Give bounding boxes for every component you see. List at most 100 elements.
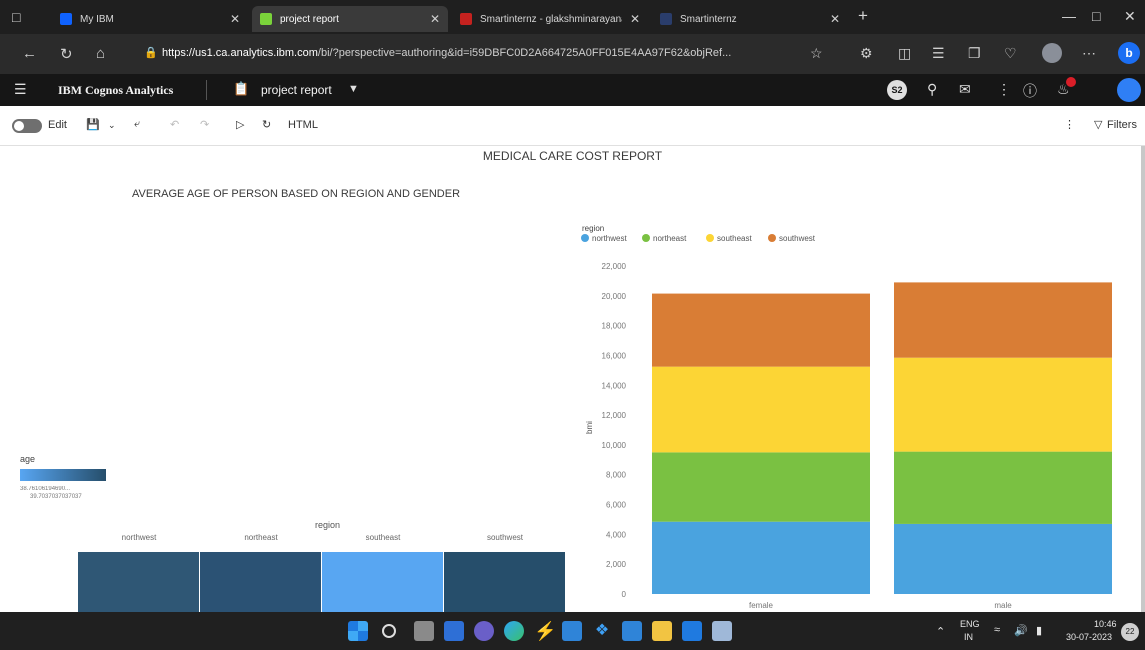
- heatmap-cell-northeast[interactable]: [200, 552, 321, 612]
- more-options-icon[interactable]: ⋮: [1064, 118, 1075, 131]
- minimize-icon[interactable]: —: [1062, 8, 1076, 24]
- report-canvas: MEDICAL CARE COST REPORT AVERAGE AGE OF …: [0, 146, 1145, 612]
- chevron-down-icon[interactable]: ▼: [348, 83, 359, 95]
- undo-icon[interactable]: ↶: [170, 118, 179, 131]
- close-tab-icon[interactable]: ✕: [830, 12, 840, 26]
- favorite-star-icon[interactable]: ☆: [810, 45, 823, 62]
- bing-copilot-icon[interactable]: b: [1118, 42, 1140, 64]
- vscode-icon[interactable]: [622, 621, 642, 641]
- language-code[interactable]: ENG: [960, 619, 980, 629]
- calculator-icon[interactable]: [562, 621, 582, 641]
- refresh-icon[interactable]: ↻: [60, 45, 73, 63]
- edit-toggle[interactable]: [12, 119, 42, 133]
- y-tick-label: 20,000: [602, 292, 627, 301]
- heatmap-column-label: southeast: [365, 533, 401, 542]
- bar-segment-female-northwest[interactable]: [652, 521, 870, 594]
- search-icon[interactable]: ⚲: [927, 81, 937, 98]
- more-options-icon[interactable]: ⋯: [1082, 45, 1096, 62]
- browser-essentials-icon[interactable]: ♡: [1004, 45, 1017, 62]
- run-icon[interactable]: ▷: [236, 118, 244, 131]
- hamburger-menu-icon[interactable]: ☰: [14, 81, 27, 98]
- user-avatar[interactable]: [1117, 78, 1141, 102]
- mail-icon[interactable]: [682, 621, 702, 641]
- legend-label-southeast: southeast: [717, 234, 752, 243]
- tab-actions-icon[interactable]: □: [12, 9, 20, 25]
- search-icon[interactable]: [382, 624, 396, 638]
- profile-avatar[interactable]: [1042, 43, 1062, 63]
- heatmap-visualization[interactable]: AVERAGE AGE OF PERSON BASED ON REGION AN…: [0, 146, 570, 612]
- smartinternz-favicon-icon: [660, 13, 672, 25]
- tab-smartinternz[interactable]: Smartinternz ✕: [652, 6, 848, 32]
- tray-overflow-icon[interactable]: ⌃: [936, 625, 945, 638]
- notepad-icon[interactable]: [712, 621, 732, 641]
- dropbox-icon[interactable]: ❖: [592, 621, 612, 641]
- file-explorer-icon[interactable]: [652, 621, 672, 641]
- chat-icon[interactable]: ✉: [959, 81, 971, 98]
- maximize-icon[interactable]: □: [1092, 8, 1100, 24]
- notification-dot: [1066, 77, 1076, 87]
- bar-segment-female-northeast[interactable]: [652, 452, 870, 522]
- bar-segment-male-southeast[interactable]: [894, 357, 1112, 452]
- heatmap-cell-southwest[interactable]: [444, 552, 565, 612]
- battery-icon[interactable]: ▮: [1036, 624, 1042, 637]
- heatmap-column-label: northeast: [244, 533, 278, 542]
- y-tick-label: 16,000: [602, 351, 627, 360]
- heatmap-cell-southeast[interactable]: [322, 552, 443, 612]
- back-arrow-icon[interactable]: ←: [22, 45, 37, 62]
- new-tab-icon[interactable]: +: [858, 6, 868, 26]
- save-icon[interactable]: 💾: [86, 118, 100, 131]
- report-name[interactable]: project report: [261, 83, 332, 97]
- close-tab-icon[interactable]: ✕: [630, 12, 640, 26]
- task-view-icon[interactable]: [414, 621, 434, 641]
- bar-stacks: [652, 282, 1112, 594]
- url-field[interactable]: 🔒 https://us1.ca.analytics.ibm.com/bi/?p…: [140, 41, 830, 65]
- split-screen-icon[interactable]: ◫: [898, 45, 911, 62]
- output-format-html[interactable]: HTML: [288, 119, 318, 131]
- kebab-menu-icon[interactable]: ⋮: [997, 81, 1011, 98]
- home-icon[interactable]: ⌂: [96, 45, 105, 62]
- browser-address-bar: ← ↻ ⌂ 🔒 https://us1.ca.analytics.ibm.com…: [0, 34, 1145, 74]
- legend-swatch-northeast: [642, 234, 650, 242]
- bar-segment-male-northeast[interactable]: [894, 451, 1112, 524]
- lock-icon: 🔒: [144, 47, 158, 59]
- bar-segment-female-southwest[interactable]: [652, 293, 870, 367]
- legend-label-northwest: northwest: [592, 234, 627, 243]
- wifi-icon[interactable]: ≈: [994, 624, 1000, 636]
- close-tab-icon[interactable]: ✕: [430, 12, 440, 26]
- bar-segment-male-southwest[interactable]: [894, 282, 1112, 358]
- widgets-icon[interactable]: [444, 621, 464, 641]
- close-window-icon[interactable]: ✕: [1124, 8, 1136, 25]
- close-tab-icon[interactable]: ✕: [230, 12, 240, 26]
- filter-icon[interactable]: ▽: [1094, 118, 1102, 131]
- windows-start-icon[interactable]: [348, 621, 368, 641]
- edge-icon[interactable]: [504, 621, 524, 641]
- favorites-list-icon[interactable]: ☰: [932, 45, 945, 62]
- save-dropdown-icon[interactable]: ⌄: [108, 120, 116, 131]
- notification-count-badge[interactable]: 22: [1121, 623, 1139, 641]
- redo-icon[interactable]: ↷: [200, 118, 209, 131]
- bar-segment-male-northwest[interactable]: [894, 523, 1112, 594]
- bolt-app-icon[interactable]: ⚡: [534, 621, 556, 641]
- help-icon[interactable]: ⓘ: [1023, 81, 1037, 101]
- filters-label[interactable]: Filters: [1107, 119, 1137, 131]
- heatmap-title: AVERAGE AGE OF PERSON BASED ON REGION AN…: [132, 188, 461, 200]
- clock-time[interactable]: 10:46: [1094, 619, 1117, 629]
- heatmap-cell-northwest[interactable]: [78, 552, 199, 612]
- url-host: https://us1.ca.analytics.ibm.com: [162, 47, 318, 59]
- extensions-icon[interactable]: ⚙: [860, 45, 873, 62]
- stacked-bar-chart[interactable]: region northwest northeast southeast southw…: [580, 146, 1140, 612]
- y-tick-label: 6,000: [606, 501, 627, 510]
- canvas-scrollbar[interactable]: [1141, 146, 1145, 612]
- volume-icon[interactable]: 🔊: [1014, 624, 1028, 637]
- refresh-report-icon[interactable]: ↻: [262, 118, 271, 131]
- tab-my-ibm[interactable]: My IBM ✕: [52, 6, 248, 32]
- y-tick-label: 10,000: [602, 441, 627, 450]
- teams-icon[interactable]: [474, 621, 494, 641]
- share-icon[interactable]: ⤶: [134, 118, 140, 131]
- user-badge[interactable]: S2: [887, 80, 907, 100]
- tab-smartinternz-mail[interactable]: Smartinternz - glakshminarayana ✕: [452, 6, 648, 32]
- tab-project-report[interactable]: project report ✕: [252, 6, 448, 32]
- collections-icon[interactable]: ❐: [968, 45, 981, 62]
- product-name[interactable]: IBM Cognos Analytics: [58, 83, 173, 98]
- bar-segment-female-southeast[interactable]: [652, 366, 870, 453]
